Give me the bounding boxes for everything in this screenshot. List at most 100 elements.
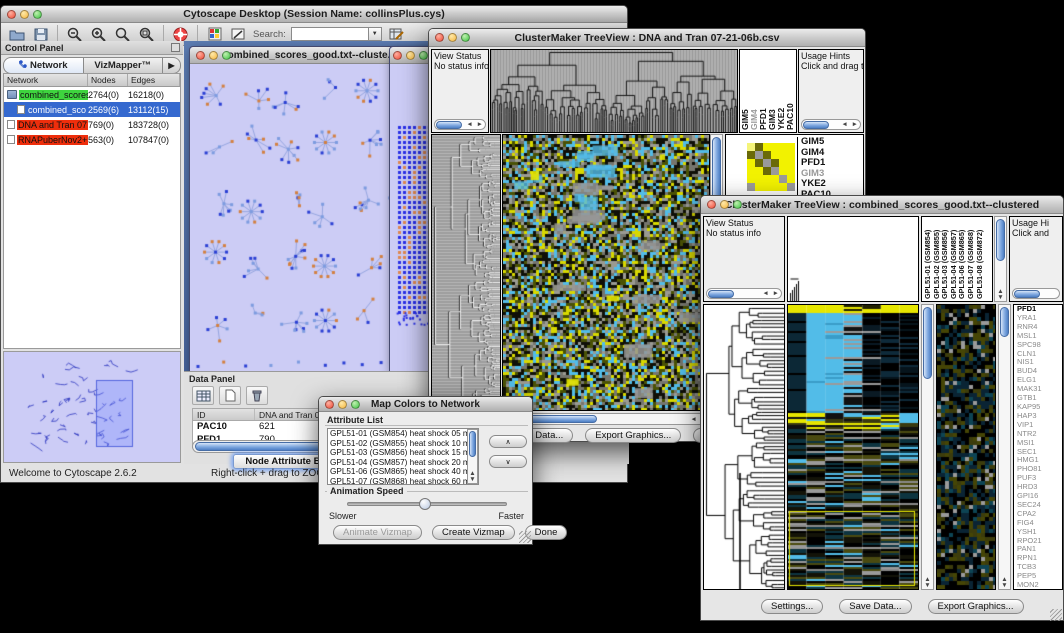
move-up-button[interactable]: ∧: [489, 435, 527, 448]
treeview2-view-status: View Status No status info ◄ ►: [703, 216, 785, 302]
zoom-button[interactable]: [351, 400, 360, 409]
treeview2-gene-list[interactable]: PFD1YRA1RNR4MSL1SPC98CLN1NIS1BUD4ELG1MAK…: [1013, 304, 1063, 590]
treeview2-button[interactable]: Settings...: [761, 599, 823, 614]
desktop-screen: Cytoscape Desktop (Session Name: collins…: [0, 0, 1064, 633]
treeview1-titlebar[interactable]: ClusterMaker TreeView : DNA and Tran 07-…: [429, 29, 865, 47]
matrix-cell: [763, 175, 771, 183]
minimize-button[interactable]: [338, 400, 347, 409]
tab-vizmapper[interactable]: VizMapper™: [84, 57, 164, 74]
matrix-cell: [787, 183, 795, 191]
attribute-item[interactable]: GPL51-06 (GSM865) heat shock 40 min: [330, 467, 478, 477]
float-panel-icon[interactable]: [171, 43, 180, 52]
usage-hints-hscrollbar[interactable]: ◄ ►: [801, 119, 861, 130]
treeview1-column-dendrogram[interactable]: [490, 49, 738, 133]
attribute-item[interactable]: GPL51-04 (GSM857) heat shock 20 min: [330, 458, 478, 468]
attribute-list[interactable]: GPL51-01 (GSM854) heat shock 05 minGPL51…: [327, 428, 479, 485]
zoom-button[interactable]: [33, 10, 42, 19]
dialog-button[interactable]: Create Vizmap: [432, 525, 515, 540]
gene-label[interactable]: MON2: [1017, 581, 1062, 590]
view-status-hscrollbar[interactable]: ◄ ►: [434, 119, 486, 130]
treeview2-zoom-vscrollbar[interactable]: ▲▼: [998, 304, 1011, 590]
treeview1-button[interactable]: Export Graphics...: [585, 428, 681, 443]
view-status-hscrollbar[interactable]: ◄ ►: [706, 288, 782, 299]
close-button[interactable]: [435, 33, 444, 42]
matrix-cell: [747, 159, 755, 167]
treeview2-row-dendrogram[interactable]: [703, 304, 785, 590]
matrix-cell: [787, 151, 795, 159]
matrix-cell: [763, 167, 771, 175]
dialog-button[interactable]: Done: [525, 525, 568, 540]
matrix-cell: [771, 159, 779, 167]
treeview2-zoom-heatmap[interactable]: [936, 304, 996, 590]
zoom-button[interactable]: [419, 51, 428, 60]
network-table-row[interactable]: combined_scores 2764(0) 16218(0): [4, 87, 180, 102]
search-input[interactable]: [291, 27, 369, 41]
search-dropdown-icon[interactable]: ▼: [369, 27, 382, 41]
zoom-button[interactable]: [733, 200, 742, 209]
similarity-matrix[interactable]: [747, 143, 795, 191]
slower-label: Slower: [329, 511, 357, 521]
new-attribute-icon[interactable]: [219, 386, 241, 405]
attribute-item[interactable]: GPL51-02 (GSM855) heat shock 10 min: [330, 439, 478, 449]
treeview2-column-tree-area[interactable]: [787, 216, 919, 302]
network-table-row[interactable]: DNA and Tran 07 769(0) 183728(0): [4, 117, 180, 132]
network-table-header: Network Nodes Edges: [4, 74, 180, 87]
treeview2-vscrollbar[interactable]: ▲▼: [921, 304, 934, 590]
matrix-cell: [755, 167, 763, 175]
network-table-row[interactable]: combined_sco 2569(6) 13112(15): [4, 102, 180, 117]
treeview2-labels-vscrollbar[interactable]: ▲▼: [994, 216, 1007, 302]
treeview2-content: View Status No status info ◄ ► GPL51-01 …: [701, 214, 1063, 622]
treeview1-hscrollbar[interactable]: ◄ ►: [502, 413, 710, 425]
attribute-list-vscrollbar[interactable]: ▲▼: [467, 429, 478, 484]
network-list-panel: Network Nodes Edges combined_scores 2764…: [3, 73, 181, 349]
close-button[interactable]: [325, 400, 334, 409]
matrix-cell: [747, 143, 755, 151]
treeview2-button[interactable]: Save Data...: [839, 599, 911, 614]
treeview2-titlebar[interactable]: ClusterMaker TreeView : combined_scores_…: [701, 196, 1063, 214]
treeview2-button[interactable]: Export Graphics...: [928, 599, 1024, 614]
zoom-button[interactable]: [222, 51, 231, 60]
network-row-icon: [7, 90, 17, 99]
network-view-title: combined_scores_good.txt--cluste...: [222, 50, 396, 61]
network-overview-panel[interactable]: [3, 351, 181, 463]
close-button[interactable]: [393, 51, 402, 60]
attribute-item[interactable]: GPL51-07 (GSM868) heat shock 60 min: [330, 477, 478, 486]
treeview1-view-status: View Status No status info f ◄ ►: [431, 49, 489, 133]
minimize-button[interactable]: [20, 10, 29, 19]
matrix-cell: [779, 167, 787, 175]
tab-overflow-arrow[interactable]: ▶: [163, 57, 181, 74]
usage-hints-hscrollbar[interactable]: [1012, 288, 1060, 299]
matrix-cell: [747, 183, 755, 191]
minimize-button[interactable]: [448, 33, 457, 42]
matrix-cell: [787, 143, 795, 151]
minimize-button[interactable]: [209, 51, 218, 60]
attribute-list-label: Attribute List: [327, 415, 383, 425]
animation-speed-label: Animation Speed: [327, 486, 407, 496]
treeview1-usage-hints: Usage Hints Click and drag tc ◄ ►: [798, 49, 864, 133]
close-button[interactable]: [707, 200, 716, 209]
select-attributes-icon[interactable]: [192, 386, 214, 405]
treeview1-row-dendrogram[interactable]: [431, 134, 501, 411]
tab-network[interactable]: Network: [3, 57, 84, 74]
matrix-cell: [771, 151, 779, 159]
treeview1-heatmap[interactable]: [502, 134, 710, 411]
treeview1-title: ClusterMaker TreeView : DNA and Tran 07-…: [515, 32, 780, 44]
attribute-item[interactable]: GPL51-01 (GSM854) heat shock 05 min: [330, 429, 478, 439]
close-button[interactable]: [7, 10, 16, 19]
dialog-button[interactable]: Animate Vizmap: [333, 525, 422, 540]
zoom-button[interactable]: [461, 33, 470, 42]
attribute-item[interactable]: GPL51-03 (GSM856) heat shock 15 min: [330, 448, 478, 458]
matrix-cell: [779, 143, 787, 151]
treeview2-heatmap[interactable]: [787, 304, 919, 590]
slider-thumb[interactable]: [419, 498, 431, 510]
delete-attribute-icon[interactable]: [246, 386, 268, 405]
close-button[interactable]: [196, 51, 205, 60]
move-down-button[interactable]: ∨: [489, 455, 527, 468]
dialog-titlebar[interactable]: Map Colors to Network: [319, 397, 532, 412]
matrix-cell: [771, 175, 779, 183]
minimize-button[interactable]: [406, 51, 415, 60]
minimize-button[interactable]: [720, 200, 729, 209]
matrix-cell: [763, 183, 771, 191]
main-window-titlebar[interactable]: Cytoscape Desktop (Session Name: collins…: [1, 6, 627, 23]
network-table-row[interactable]: RNAPuberNov2+ 563(0) 107847(0): [4, 132, 180, 147]
